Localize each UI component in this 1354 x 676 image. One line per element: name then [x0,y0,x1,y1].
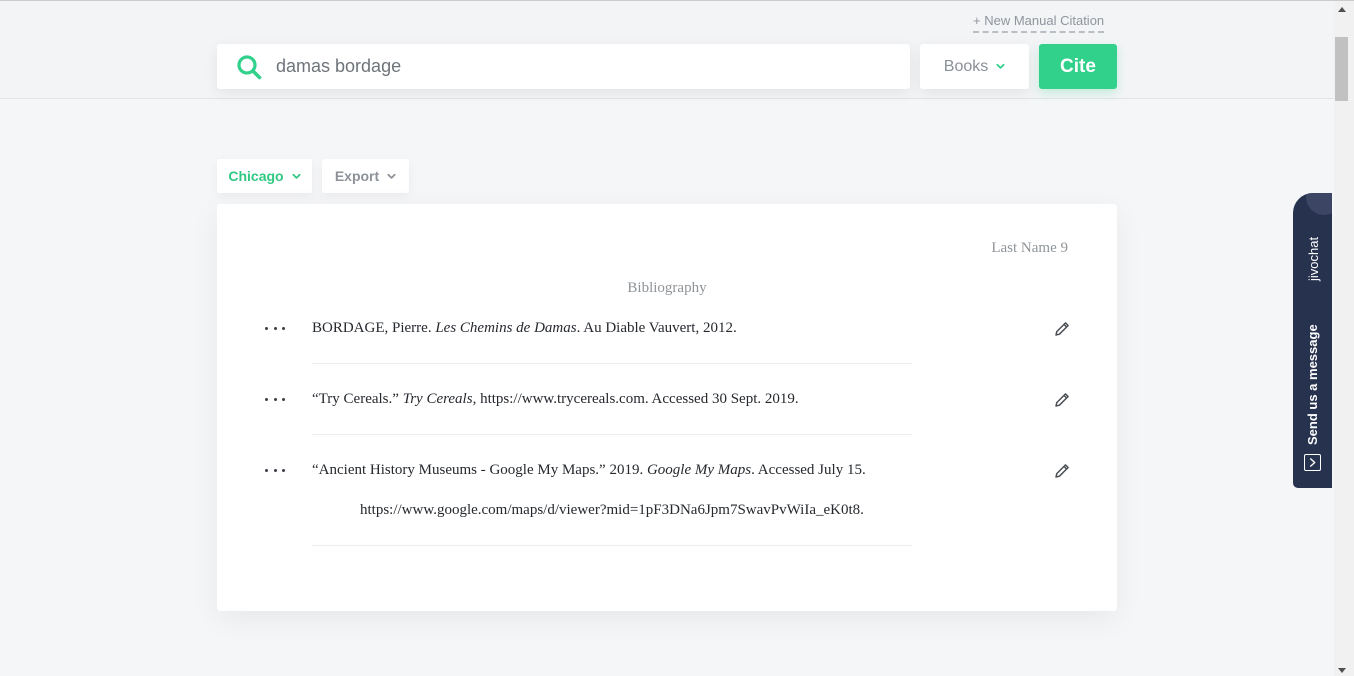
more-options-icon[interactable] [265,393,285,405]
chat-brand: jivochat [1306,236,1321,281]
source-type-label: Books [943,57,989,75]
export-dropdown[interactable]: Export [322,159,409,193]
page-header: Last Name 9 [991,240,1068,256]
search-box[interactable] [217,44,910,89]
more-options-icon[interactable] [265,464,285,476]
more-options-icon[interactable] [265,322,285,334]
scroll-down-arrow-icon[interactable] [1338,668,1346,673]
entry-divider [312,434,912,435]
chevron-down-icon [996,63,1005,69]
citation-text: “Ancient History Museums - Google My Map… [312,450,866,530]
new-manual-citation-link[interactable]: + New Manual Citation [973,13,1105,33]
search-icon[interactable] [236,54,262,80]
citation-url-line: https://www.google.com/maps/d/viewer?mid… [360,502,864,518]
bibliography-paper: Last Name 9 Bibliography BORDAGE, Pierre… [217,204,1117,611]
bibliography-title: Bibliography [627,280,707,296]
source-type-dropdown[interactable]: Books [920,44,1029,89]
chat-message-icon [1304,454,1321,471]
citation-text: BORDAGE, Pierre. Les Chemins de Damas. A… [312,320,737,336]
search-input[interactable] [276,44,876,89]
entry-divider [312,545,912,546]
header-bar: + New Manual Citation Books Cite [0,1,1334,99]
chevron-down-icon [387,173,396,179]
chat-send-message-label[interactable]: Send us a message [1305,324,1320,445]
citation-style-label: Chicago [228,168,284,184]
entry-divider [312,363,912,364]
scrollbar-track[interactable] [1334,1,1354,676]
pencil-icon[interactable] [1053,462,1071,480]
chat-widget-corner [1306,193,1332,215]
pencil-icon[interactable] [1053,320,1071,338]
chevron-down-icon [292,173,301,179]
scrollbar-thumb[interactable] [1335,37,1348,101]
citation-text: “Try Cereals.” Try Cereals, https://www.… [312,391,799,407]
export-label: Export [334,168,380,184]
scroll-up-arrow-icon[interactable] [1338,7,1346,12]
citation-style-dropdown[interactable]: Chicago [217,159,312,193]
pencil-icon[interactable] [1053,391,1071,409]
cite-button[interactable]: Cite [1039,44,1117,89]
chat-widget[interactable]: jivochat Send us a message [1293,193,1332,488]
